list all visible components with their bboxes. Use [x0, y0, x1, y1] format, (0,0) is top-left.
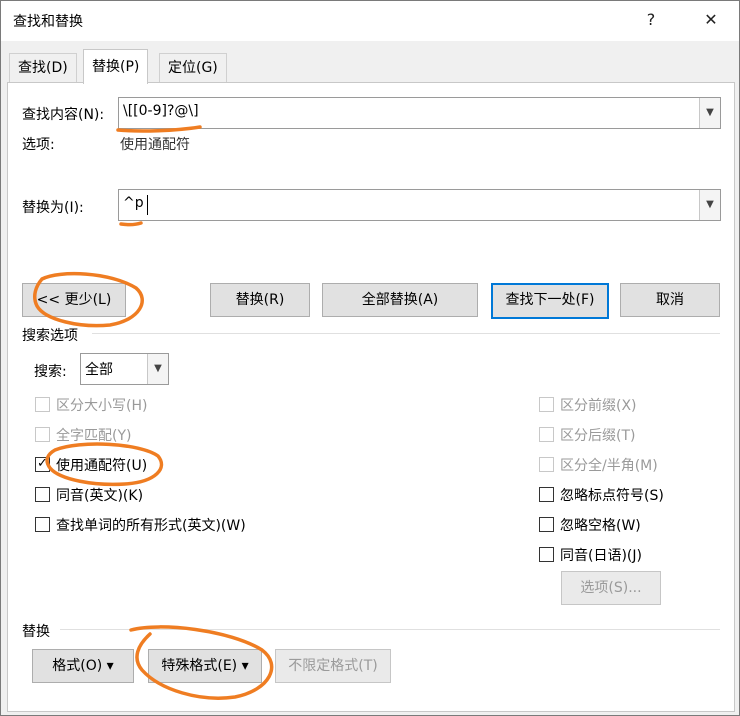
full-half-width-checkbox[interactable] — [539, 457, 554, 472]
sounds-like-japanese-label: 同音(日语)(J) — [560, 548, 642, 564]
replace-section-separator — [60, 629, 720, 630]
cancel-button[interactable]: 取消 — [620, 283, 720, 317]
find-dropdown-icon[interactable]: ▼ — [699, 98, 720, 128]
replace-input-value: ^p — [123, 195, 144, 211]
find-replace-dialog: 查找和替换 ? ✕ 查找(D) 替换(P) 定位(G) 查找内容(N): \[[… — [0, 0, 740, 716]
match-case-checkbox[interactable] — [35, 397, 50, 412]
replace-input[interactable]: ^p ▼ — [118, 189, 721, 221]
help-button[interactable]: ? — [631, 5, 671, 35]
find-input-value: \[[0-9]?@\] — [123, 103, 199, 119]
sounds-like-checkbox[interactable] — [35, 487, 50, 502]
find-next-button[interactable]: 查找下一处(F) — [491, 283, 609, 319]
special-format-button[interactable]: 特殊格式(E) ▾ — [148, 649, 262, 683]
replace-all-button[interactable]: 全部替换(A) — [322, 283, 478, 317]
find-options-label: 选项: — [22, 137, 55, 153]
wildcards-label: 使用通配符(U) — [56, 458, 148, 474]
tab-replace[interactable]: 替换(P) — [83, 49, 149, 84]
replace-label: 替换为(I): — [22, 200, 84, 216]
text-caret — [147, 195, 148, 215]
word-forms-label: 查找单词的所有形式(英文)(W) — [56, 518, 246, 534]
ignore-space-checkbox[interactable] — [539, 517, 554, 532]
ignore-space-label: 忽略空格(W) — [560, 518, 641, 534]
replace-button[interactable]: 替换(R) — [210, 283, 310, 317]
tab-find[interactable]: 查找(D) — [9, 53, 77, 82]
no-format-button[interactable]: 不限定格式(T) — [275, 649, 391, 683]
find-label: 查找内容(N): — [22, 107, 105, 123]
search-scope-value: 全部 — [85, 362, 113, 378]
search-options-separator — [92, 333, 720, 334]
replace-section-label: 替换 — [22, 624, 50, 640]
full-half-width-label: 区分全/半角(M) — [560, 458, 658, 474]
search-options-label: 搜索选项 — [22, 328, 78, 344]
match-prefix-checkbox[interactable] — [539, 397, 554, 412]
match-case-label: 区分大小写(H) — [56, 398, 148, 414]
options-button[interactable]: 选项(S)... — [561, 571, 661, 605]
replace-panel: 查找内容(N): \[[0-9]?@\] ▼ 选项: 使用通配符 替换为(I):… — [7, 82, 735, 712]
find-input[interactable]: \[[0-9]?@\] ▼ — [118, 97, 721, 129]
ignore-punctuation-checkbox[interactable] — [539, 487, 554, 502]
ignore-punctuation-label: 忽略标点符号(S) — [560, 488, 664, 504]
match-suffix-checkbox[interactable] — [539, 427, 554, 442]
word-forms-checkbox[interactable] — [35, 517, 50, 532]
match-suffix-label: 区分后缀(T) — [560, 428, 636, 444]
whole-word-label: 全字匹配(Y) — [56, 428, 132, 444]
search-scope-select[interactable]: 全部 ▼ — [80, 353, 169, 385]
less-button[interactable]: << 更少(L) — [22, 283, 126, 317]
close-button[interactable]: ✕ — [691, 5, 731, 35]
replace-dropdown-icon[interactable]: ▼ — [699, 190, 720, 220]
checkmark-icon: ✓ — [37, 456, 48, 471]
tab-bar: 查找(D) 替换(P) 定位(G) — [1, 41, 739, 84]
match-prefix-label: 区分前缀(X) — [560, 398, 637, 414]
tab-goto[interactable]: 定位(G) — [159, 53, 227, 82]
search-scope-label: 搜索: — [34, 364, 67, 380]
search-scope-dropdown-icon[interactable]: ▼ — [147, 354, 168, 384]
title-bar: 查找和替换 ? ✕ — [1, 1, 739, 41]
wildcards-checkbox[interactable]: ✓ — [35, 456, 50, 472]
sounds-like-japanese-checkbox[interactable] — [539, 547, 554, 562]
window-title: 查找和替换 — [13, 14, 83, 30]
whole-word-checkbox[interactable] — [35, 427, 50, 442]
find-options-value: 使用通配符 — [120, 137, 190, 153]
format-button[interactable]: 格式(O) ▾ — [32, 649, 134, 683]
sounds-like-label: 同音(英文)(K) — [56, 488, 144, 504]
